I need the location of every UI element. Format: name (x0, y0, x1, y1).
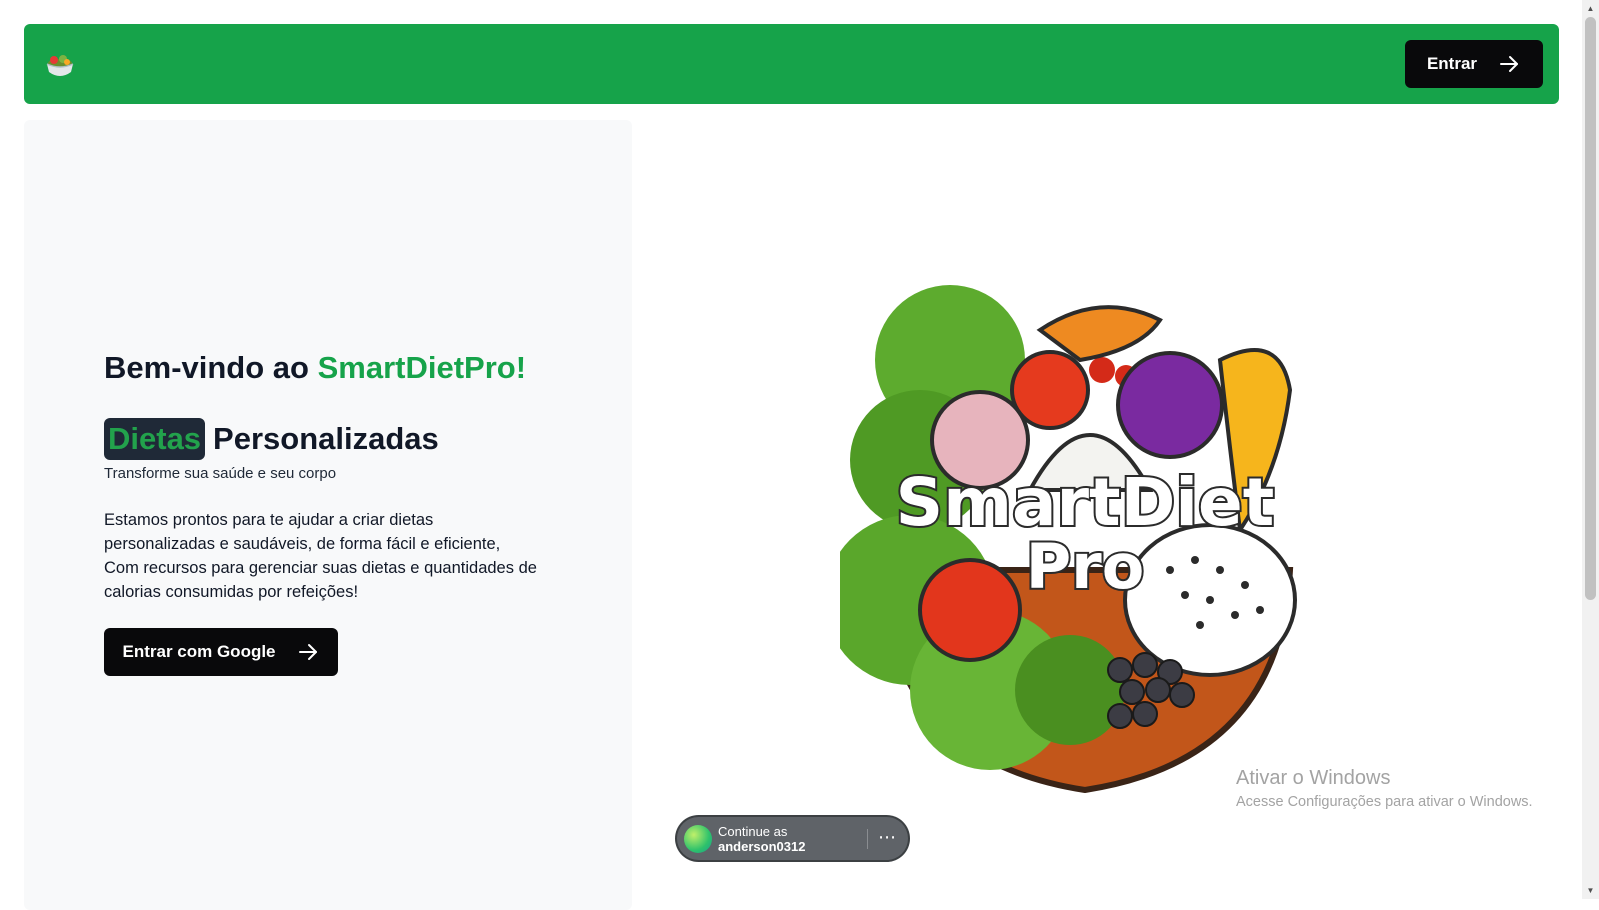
google-continue-pill[interactable]: Continue as anderson0312 ⋯ (677, 817, 908, 860)
subtitle-rest: Personalizadas (213, 421, 439, 456)
scrollbar-thumb[interactable] (1585, 17, 1596, 600)
windows-activation-watermark: Ativar o Windows Acesse Configurações pa… (1236, 767, 1533, 810)
scroll-up-arrow-icon[interactable]: ▲ (1582, 0, 1599, 17)
more-horizontal-icon[interactable]: ⋯ (875, 825, 899, 851)
welcome-prefix: Bem-vindo ao (104, 350, 309, 385)
salad-bowl-icon[interactable] (44, 49, 76, 81)
arrow-right-icon (296, 640, 320, 664)
description-line: Com recursos para gerenciar suas dietas … (104, 559, 537, 577)
arrow-right-icon (1497, 52, 1521, 76)
welcome-heading: Bem-vindo ao SmartDietPro! (104, 350, 526, 386)
divider (867, 829, 868, 849)
highlight-badge: Dietas (104, 418, 206, 460)
username: anderson0312 (718, 839, 806, 854)
top-navbar: Entrar (24, 24, 1559, 104)
page-scrollbar[interactable]: ▲ ▼ (1582, 0, 1599, 899)
watermark-title: Ativar o Windows (1236, 767, 1391, 789)
description-line: personalizadas e saudáveis, de forma fác… (104, 535, 501, 553)
hero-logo-image: SmartDiet Pro (825, 270, 1330, 800)
watermark-subtitle: Acesse Configurações para ativar o Windo… (1236, 794, 1533, 810)
google-login-button[interactable]: Entrar com Google (104, 628, 338, 676)
continue-label: Continue as (718, 824, 788, 839)
google-continue-text: Continue as anderson0312 (718, 824, 805, 854)
login-button-label: Entrar (1426, 54, 1478, 73)
welcome-brand: SmartDietPro! (317, 350, 527, 385)
description-line: calorias consumidas por refeições! (104, 583, 359, 601)
subtitle-heading: Dietas Personalizadas (104, 418, 439, 460)
hero-logo-text-line2: Pro (1026, 530, 1145, 603)
description-line: Estamos prontos para te ajudar a criar d… (104, 511, 434, 529)
login-button[interactable]: Entrar (1405, 40, 1543, 88)
avatar (684, 825, 712, 853)
tagline: Transforme sua saúde e seu corpo (104, 465, 337, 482)
google-login-label: Entrar com Google (122, 642, 276, 661)
description: Estamos prontos para te ajudar a criar d… (104, 508, 564, 604)
scroll-down-arrow-icon[interactable]: ▼ (1582, 882, 1599, 899)
